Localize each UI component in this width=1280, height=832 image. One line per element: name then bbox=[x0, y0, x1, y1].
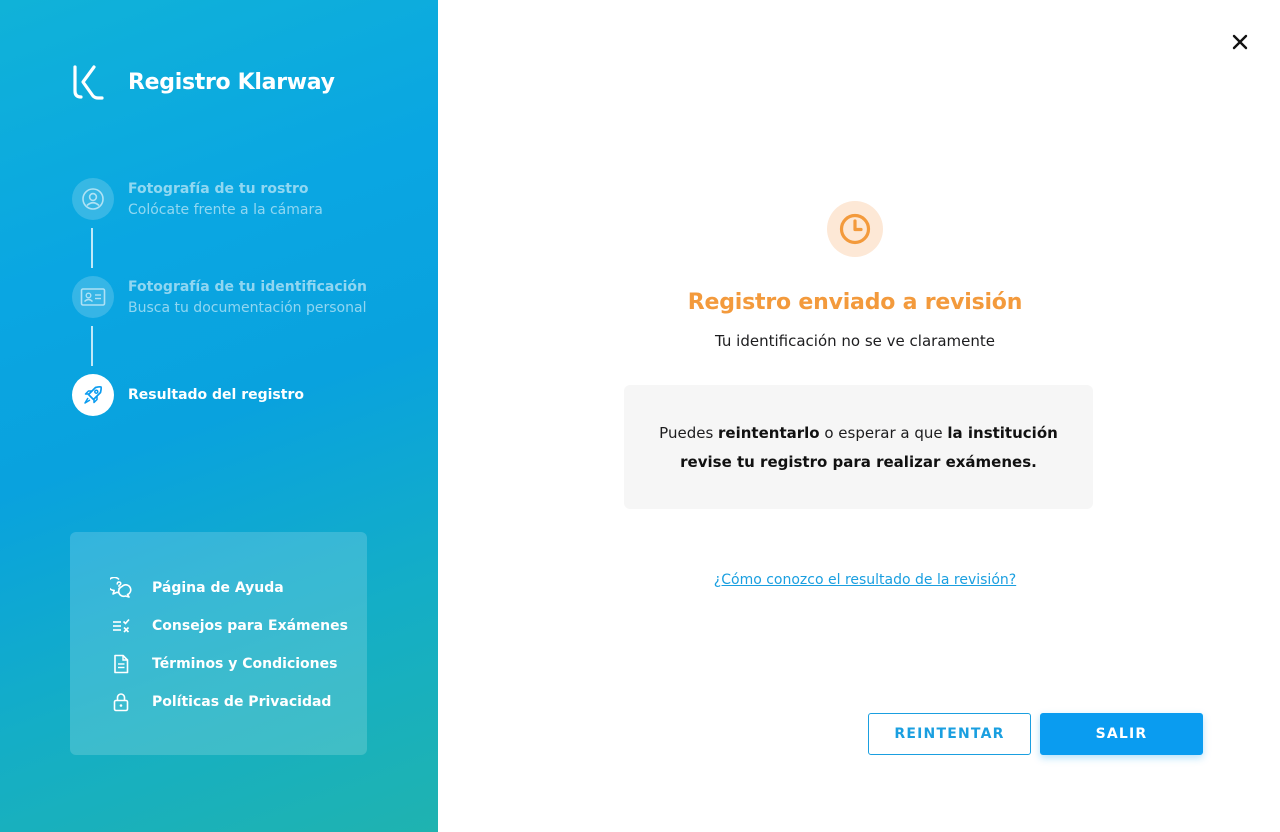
exam-tips-label: Consejos para Exámenes bbox=[152, 618, 348, 634]
result-subtitle: Tu identificación no se ve claramente bbox=[715, 332, 995, 350]
help-page-link[interactable]: Página de Ayuda bbox=[110, 576, 284, 600]
status-icon-badge bbox=[827, 201, 883, 257]
step-face-circle bbox=[72, 178, 114, 220]
step-face-photo: Fotografía de tu rostro Colócate frente … bbox=[72, 178, 412, 222]
step-result: Resultado del registro bbox=[72, 374, 412, 418]
rocket-icon bbox=[84, 385, 103, 404]
exit-button[interactable]: SALIR bbox=[1040, 713, 1203, 755]
terms-label: Términos y Condiciones bbox=[152, 656, 338, 672]
step-title: Resultado del registro bbox=[128, 387, 304, 403]
review-result-help-link[interactable]: ¿Cómo conozco el resultado de la revisió… bbox=[555, 572, 1175, 588]
result-title: Registro enviado a revisión bbox=[687, 290, 1023, 315]
info-text: o esperar a que bbox=[819, 424, 948, 442]
klarway-logo-icon bbox=[73, 65, 104, 100]
step-title: Fotografía de tu rostro bbox=[128, 181, 309, 197]
retry-button[interactable]: REINTENTAR bbox=[868, 713, 1031, 755]
step-title: Fotografía de tu identificación bbox=[128, 279, 368, 295]
step-connector bbox=[91, 228, 93, 268]
step-subtitle: Colócate frente a la cámara bbox=[128, 202, 323, 218]
close-button[interactable] bbox=[1228, 30, 1252, 54]
id-card-icon bbox=[80, 288, 106, 306]
checklist-icon bbox=[110, 615, 132, 637]
close-icon bbox=[1232, 34, 1248, 50]
exam-tips-link[interactable]: Consejos para Exámenes bbox=[110, 614, 348, 638]
help-page-label: Página de Ayuda bbox=[152, 580, 284, 596]
privacy-link[interactable]: Políticas de Privacidad bbox=[110, 690, 331, 714]
sidebar: Registro Klarway Fotografía de tu rostro… bbox=[0, 0, 438, 832]
lock-icon bbox=[110, 691, 132, 713]
step-result-circle bbox=[72, 374, 114, 416]
step-id-photo: Fotografía de tu identificación Busca tu… bbox=[72, 276, 412, 320]
info-text: Puedes bbox=[659, 424, 719, 442]
info-text-bold: reintentarlo bbox=[718, 424, 820, 442]
document-icon bbox=[110, 653, 132, 675]
help-chat-icon bbox=[110, 577, 132, 599]
privacy-label: Políticas de Privacidad bbox=[152, 694, 332, 710]
info-message-box: Puedes reintentarlo o esperar a que la i… bbox=[624, 385, 1093, 509]
step-id-circle bbox=[72, 276, 114, 318]
help-links-panel: Página de Ayuda Consejos para Exámenes T… bbox=[70, 532, 367, 755]
brand: Registro Klarway bbox=[70, 63, 335, 101]
face-icon bbox=[82, 188, 104, 210]
clock-icon bbox=[839, 213, 871, 245]
terms-link[interactable]: Términos y Condiciones bbox=[110, 652, 337, 676]
step-subtitle: Busca tu documentación personal bbox=[128, 300, 367, 316]
brand-title: Registro Klarway bbox=[128, 69, 335, 95]
step-connector bbox=[91, 326, 93, 366]
